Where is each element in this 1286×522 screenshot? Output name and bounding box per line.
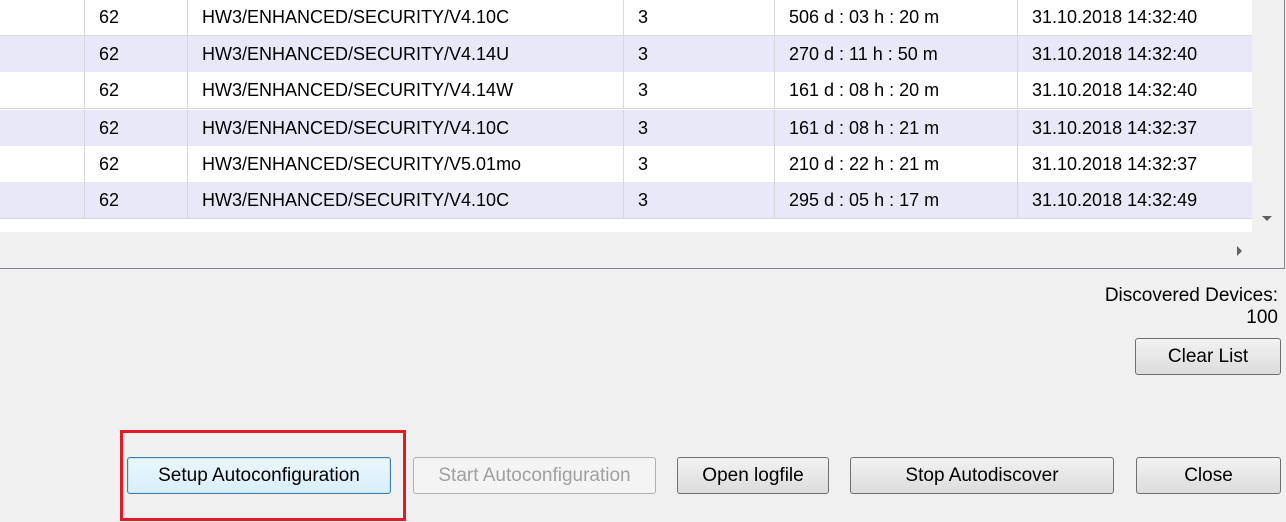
horizontal-scrollbar[interactable] xyxy=(0,232,1252,268)
table-row[interactable]: 62 HW3/ENHANCED/SECURITY/V4.14U 3 270 d : 1… xyxy=(0,36,1252,73)
table-row[interactable]: 62 HW3/ENHANCED/SECURITY/V4.10C 3 506 d : 0… xyxy=(0,0,1252,36)
stop-autodiscover-button[interactable]: Stop Autodiscover xyxy=(850,457,1114,494)
scroll-down-arrow-icon[interactable] xyxy=(1262,216,1272,221)
table-cell xyxy=(0,72,84,108)
table-cell: HW3/ENHANCED/SECURITY/V4.10C xyxy=(187,0,623,35)
open-logfile-button[interactable]: Open logfile xyxy=(677,457,829,494)
table-row[interactable]: 62 HW3/ENHANCED/SECURITY/V5.01mo 3 210 d : … xyxy=(0,146,1252,183)
table-cell xyxy=(0,0,84,35)
discovered-devices-count: 100 xyxy=(1246,307,1278,328)
table-cell: HW3/ENHANCED/SECURITY/V4.10C xyxy=(187,110,623,146)
table-cell: 270 d : 11 h : 50 m xyxy=(774,36,1017,72)
discovered-devices-label: Discovered Devices: xyxy=(1104,285,1278,306)
table-cell: 3 xyxy=(623,36,774,72)
table-row[interactable]: 62 HW3/ENHANCED/SECURITY/V4.10C 3 295 d : 0… xyxy=(0,182,1252,219)
table-cell: 3 xyxy=(623,146,774,182)
table-cell xyxy=(0,110,84,146)
highlight-box xyxy=(120,430,406,521)
scroll-right-arrow-icon[interactable] xyxy=(1237,246,1242,256)
table-cell xyxy=(0,36,84,72)
table-cell: 161 d : 08 h : 20 m xyxy=(774,72,1017,108)
scrollbar-corner xyxy=(1252,232,1284,268)
table-row[interactable]: 62 HW3/ENHANCED/SECURITY/V4.14W 3 161 d : 0… xyxy=(0,72,1252,109)
table-cell: 31.10.2018 14:32:37 xyxy=(1017,146,1252,182)
clear-list-button[interactable]: Clear List xyxy=(1135,338,1281,375)
close-button[interactable]: Close xyxy=(1136,457,1281,494)
table-cell: 3 xyxy=(623,182,774,218)
table-cell: 31.10.2018 14:32:49 xyxy=(1017,182,1252,218)
table-cell: 3 xyxy=(623,0,774,35)
table-cell: HW3/ENHANCED/SECURITY/V4.10C xyxy=(187,182,623,218)
table-cell: 62 xyxy=(84,72,187,108)
table-cell: 506 d : 03 h : 20 m xyxy=(774,0,1017,35)
table-cell xyxy=(0,182,84,218)
table-cell: 210 d : 22 h : 21 m xyxy=(774,146,1017,182)
devices-grid[interactable]: 62 HW3/ENHANCED/SECURITY/V4.10C 3 506 d : 0… xyxy=(0,0,1285,269)
table-cell: 62 xyxy=(84,0,187,35)
table-cell: 31.10.2018 14:32:40 xyxy=(1017,0,1252,35)
table-row[interactable]: 62 HW3/ENHANCED/SECURITY/V4.10C 3 161 d : 0… xyxy=(0,110,1252,147)
table-cell: 62 xyxy=(84,146,187,182)
table-cell: 31.10.2018 14:32:40 xyxy=(1017,36,1252,72)
vertical-scrollbar[interactable] xyxy=(1252,0,1284,232)
start-autoconfiguration-button[interactable]: Start Autoconfiguration xyxy=(413,457,656,494)
table-cell: 161 d : 08 h : 21 m xyxy=(774,110,1017,146)
table-cell xyxy=(0,146,84,182)
table-cell: 295 d : 05 h : 17 m xyxy=(774,182,1017,218)
table-cell: 62 xyxy=(84,182,187,218)
table-cell: 31.10.2018 14:32:40 xyxy=(1017,72,1252,108)
table-cell: HW3/ENHANCED/SECURITY/V4.14U xyxy=(187,36,623,72)
table-cell: 3 xyxy=(623,72,774,108)
table-cell: HW3/ENHANCED/SECURITY/V4.14W xyxy=(187,72,623,108)
table-cell: 3 xyxy=(623,110,774,146)
table-cell: HW3/ENHANCED/SECURITY/V5.01mo xyxy=(187,146,623,182)
table-cell: 62 xyxy=(84,36,187,72)
discovered-devices-status: Discovered Devices: 100 xyxy=(1105,285,1278,329)
table-cell: 62 xyxy=(84,110,187,146)
table-cell: 31.10.2018 14:32:37 xyxy=(1017,110,1252,146)
